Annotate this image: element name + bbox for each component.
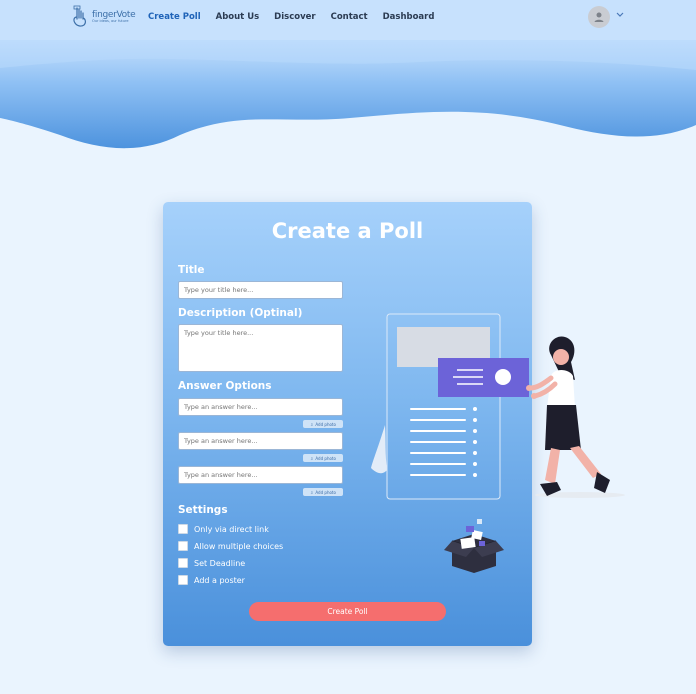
setting-label: Only via direct link [194,524,269,534]
main-nav: Create Poll About Us Discover Contact Da… [148,12,449,22]
checkbox[interactable] [178,541,188,551]
add-photo-button-3[interactable]: ⇩ Add photo [303,488,343,496]
settings-label: Settings [178,504,228,516]
setting-poster[interactable]: Add a poster [178,575,245,585]
upload-icon: ⇩ [310,421,314,427]
description-textarea[interactable] [178,324,343,372]
answer-input-1[interactable] [178,398,343,416]
hand-vote-icon [73,5,86,27]
answer-options-label: Answer Options [178,380,272,392]
upload-icon: ⇩ [310,455,314,461]
nav-discover[interactable]: Discover [274,12,315,22]
brand-logo[interactable]: fingerVote Our ideas, our future [70,5,136,29]
ballot-box-illustration [444,519,504,573]
poll-illustration [371,313,625,500]
add-photo-label-3: Add photo [315,489,336,495]
add-photo-label-1: Add photo [315,421,336,427]
add-photo-label-2: Add photo [315,455,336,461]
user-avatar[interactable] [588,6,610,28]
checkbox[interactable] [178,558,188,568]
navbar: fingerVote Our ideas, our future Create … [0,0,696,36]
setting-direct-link[interactable]: Only via direct link [178,524,269,534]
checkbox[interactable] [178,524,188,534]
setting-deadline[interactable]: Set Deadline [178,558,245,568]
setting-label: Set Deadline [194,558,246,568]
title-label: Title [178,264,205,276]
answer-input-3[interactable] [178,466,343,484]
title-input[interactable] [178,281,343,299]
page-title: Create a Poll [271,219,424,243]
answer-input-2[interactable] [178,432,343,450]
add-photo-button-1[interactable]: ⇩ Add photo [303,420,343,428]
description-label: Description (Optinal) [178,307,303,319]
setting-label: Allow multiple choices [194,541,284,551]
nav-about-us[interactable]: About Us [216,12,260,22]
nav-dashboard[interactable]: Dashboard [383,12,435,22]
setting-multiple-choices[interactable]: Allow multiple choices [178,541,283,551]
nav-contact[interactable]: Contact [331,12,368,22]
chevron-down-icon[interactable] [616,12,624,18]
add-photo-button-2[interactable]: ⇩ Add photo [303,454,343,462]
create-poll-button[interactable]: Create Poll [249,602,446,621]
nav-create-poll[interactable]: Create Poll [148,12,201,22]
brand-tagline: Our ideas, our future [92,18,129,23]
setting-label: Add a poster [194,575,245,585]
user-icon [594,12,604,22]
checkbox[interactable] [178,575,188,585]
upload-icon: ⇩ [310,489,314,495]
